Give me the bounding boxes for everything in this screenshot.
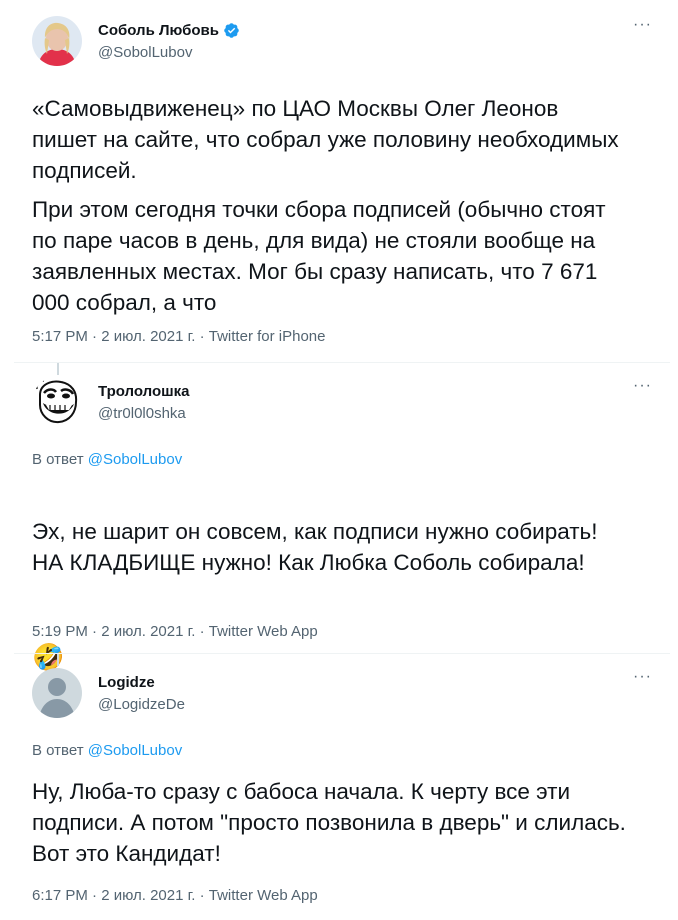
tweet-text: Ну, Люба-то сразу с бабоса начала. К чер… (32, 779, 626, 866)
tweet-timestamp[interactable]: 6:17 PM · 2 июл. 2021 г. · Twitter Web A… (32, 887, 318, 904)
reply-context: В ответ @SobolLubov (32, 742, 182, 759)
reply-mention-link[interactable]: @SobolLubov (88, 742, 182, 759)
tweet-text-paragraph: При этом сегодня точки сбора подписей (о… (32, 197, 606, 315)
more-dots-icon[interactable]: ··· (633, 16, 652, 34)
avatar[interactable] (32, 377, 82, 427)
more-dots-icon[interactable]: ··· (633, 377, 652, 395)
reply-mention-link[interactable]: @SobolLubov (88, 451, 182, 468)
tweet-main[interactable]: Соболь Любовь @SobolLubov ··· «Самовыдви… (0, 0, 670, 362)
tweet-text: Эх, не шарит он совсем, как подписи нужн… (32, 485, 662, 674)
tweet-timestamp[interactable]: 5:19 PM · 2 июл. 2021 г. · Twitter Web A… (32, 623, 318, 640)
reply-prefix: В ответ (32, 742, 84, 759)
author-handle[interactable]: @tr0l0l0shka (98, 405, 186, 422)
more-dots-icon[interactable]: ··· (633, 668, 652, 686)
author-handle[interactable]: @LogidzeDe (98, 696, 185, 713)
author-name[interactable]: Трололошка (98, 383, 190, 400)
reply-prefix: В ответ (32, 451, 84, 468)
author-handle[interactable]: @SobolLubov (98, 44, 192, 61)
tweet-reply[interactable]: Трололошка @tr0l0l0shka ··· В ответ @Sob… (0, 363, 670, 672)
author-name[interactable]: Logidze (98, 674, 155, 691)
tweet-text-body: Эх, не шарит он совсем, как подписи нужн… (32, 519, 598, 575)
avatar[interactable] (32, 668, 82, 718)
avatar[interactable] (32, 16, 82, 66)
author-name[interactable]: Соболь Любовь (98, 22, 240, 39)
tweet-timestamp[interactable]: 5:17 PM · 2 июл. 2021 г. · Twitter for i… (32, 328, 325, 345)
verified-badge-icon (224, 23, 239, 38)
tweet-text-paragraph: «Самовыдвиженец» по ЦАО Москвы Олег Леон… (32, 96, 619, 183)
reply-context: В ответ @SobolLubov (32, 451, 182, 468)
tweet-reply[interactable]: Logidze @LogidzeDe ··· В ответ @SobolLub… (0, 654, 670, 920)
